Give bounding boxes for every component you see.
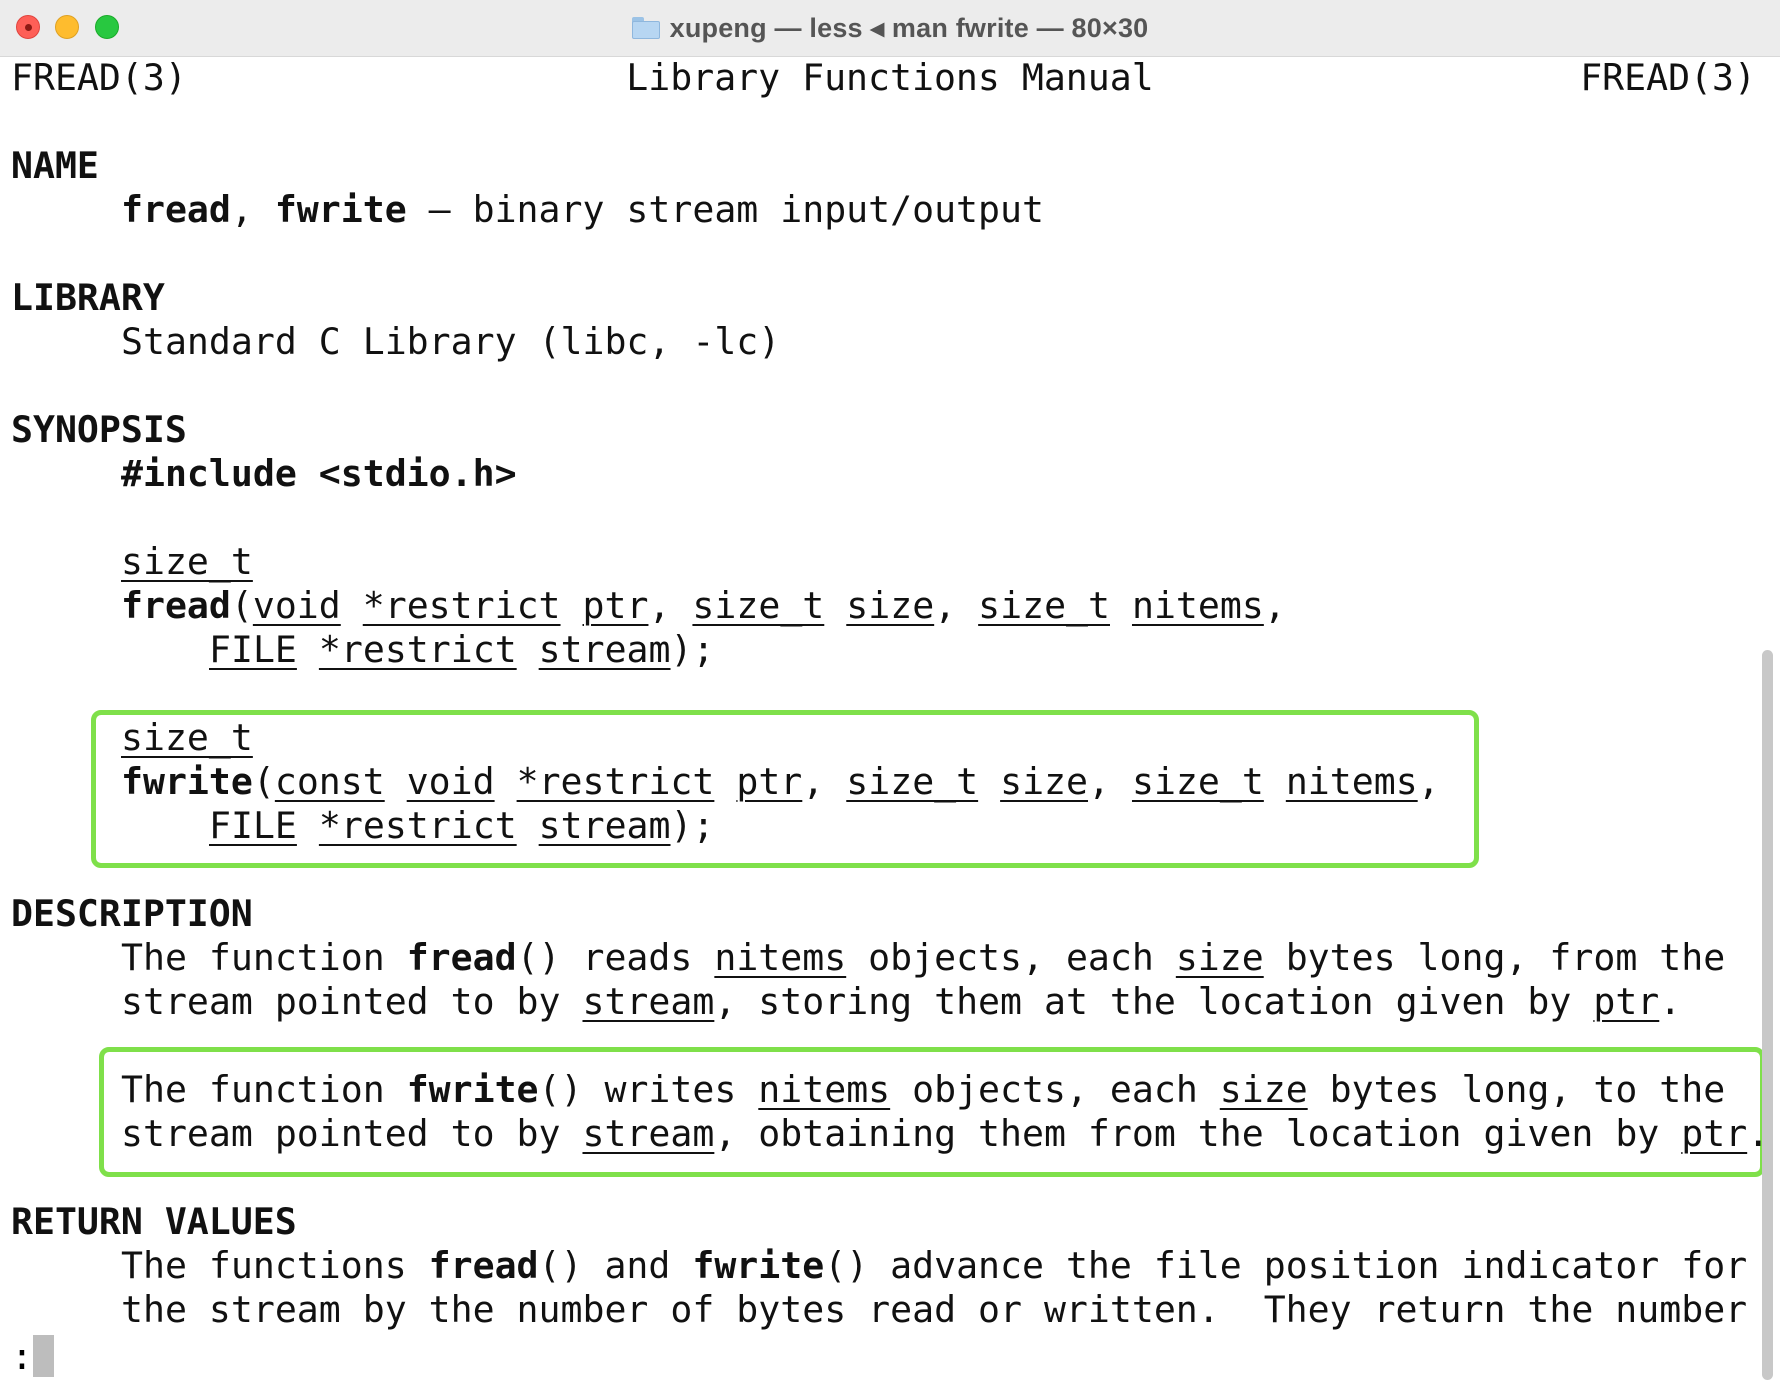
man-header-center: Library Functions Manual (626, 56, 1154, 99)
name-line: fread, fwrite — binary stream input/outp… (121, 188, 1044, 231)
fwrite-return-type: size_t (121, 716, 253, 759)
desc-fwrite-line2: stream pointed to by stream, obtaining t… (121, 1112, 1770, 1155)
title-area: xupeng — less ◂ man fwrite — 80×30 (0, 0, 1780, 56)
desc-fread-line2: stream pointed to by stream, storing the… (121, 980, 1682, 1023)
section-heading-library: LIBRARY (11, 276, 165, 319)
fwrite-prototype: fwrite(const void *restrict ptr, size_t … (121, 760, 1440, 803)
fread-prototype-cont: FILE *restrict stream); (209, 628, 715, 671)
section-heading-return-values: RETURN VALUES (11, 1200, 297, 1243)
return-line2: the stream by the number of bytes read o… (121, 1288, 1748, 1331)
text-cursor[interactable] (33, 1335, 54, 1377)
fwrite-prototype-cont: FILE *restrict stream); (209, 804, 715, 847)
section-heading-description: DESCRIPTION (11, 892, 253, 935)
section-heading-name: NAME (11, 144, 99, 187)
scrollbar-thumb[interactable] (1762, 650, 1773, 1380)
title-bar: xupeng — less ◂ man fwrite — 80×30 (0, 0, 1780, 57)
terminal-window: xupeng — less ◂ man fwrite — 80×30 FREAD… (0, 0, 1780, 1386)
folder-icon (631, 17, 660, 39)
section-heading-synopsis: SYNOPSIS (11, 408, 187, 451)
return-line1: The functions fread() and fwrite() advan… (121, 1244, 1748, 1287)
fread-prototype: fread(void *restrict ptr, size_t size, s… (121, 584, 1286, 627)
desc-fwrite-line1: The function fwrite() writes nitems obje… (121, 1068, 1726, 1111)
fread-return-type: size_t (121, 540, 253, 583)
less-prompt: : (11, 1335, 33, 1378)
desc-fread-line1: The function fread() reads nitems object… (121, 936, 1726, 979)
terminal-content[interactable]: FREAD(3) Library Functions Manual FREAD(… (0, 56, 1780, 1386)
man-header-right: FREAD(3) (1580, 56, 1756, 99)
library-text: Standard C Library (libc, -lc) (121, 320, 781, 363)
window-title: xupeng — less ◂ man fwrite — 80×30 (669, 12, 1149, 43)
include-line: #include <stdio.h> (121, 452, 517, 495)
